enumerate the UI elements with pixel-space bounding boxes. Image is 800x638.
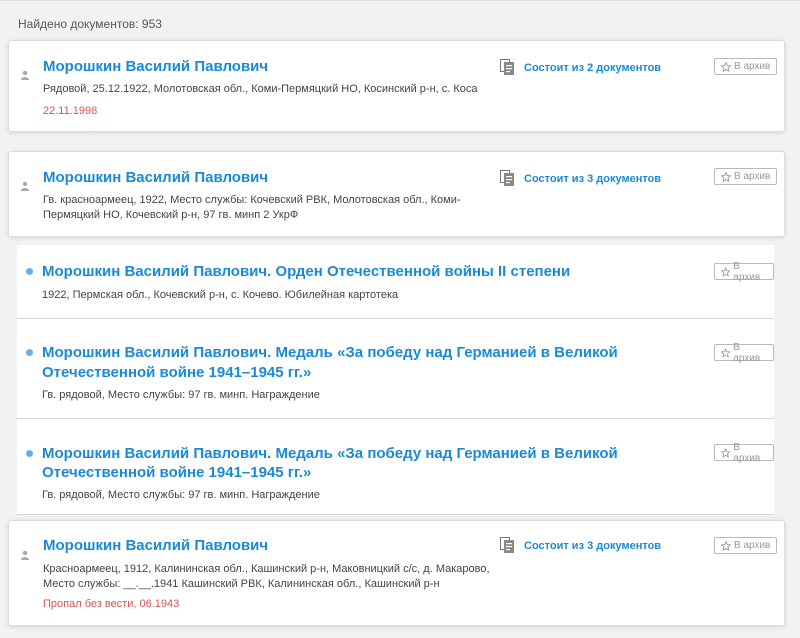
documents-count: Состоит из 3 документов xyxy=(524,539,662,552)
result-card[interactable]: Морошкин Василий Павлович Рядовой, 25.12… xyxy=(8,40,785,132)
result-description: Гв. красноармеец, 1922, Место службы: Ко… xyxy=(43,194,461,206)
star-icon xyxy=(721,447,731,458)
archive-label: В архив xyxy=(734,171,771,182)
star-icon xyxy=(721,266,731,277)
archive-button[interactable]: В архив xyxy=(714,341,774,364)
star-icon xyxy=(721,347,731,358)
archive-label: В архив xyxy=(733,341,761,364)
documents-icon xyxy=(500,170,514,186)
archive-label: В архив xyxy=(733,441,761,464)
result-description: Красноармеец, 1912, Калининская обл., Ка… xyxy=(43,563,490,575)
result-title[interactable]: Морошкин Василий Павлович xyxy=(43,57,268,77)
result-card[interactable]: Морошкин Василий Павлович Гв. красноарме… xyxy=(8,151,785,237)
result-title[interactable]: Морошкин Василий Павлович. Орден Отечест… xyxy=(42,262,570,282)
archive-label: В архив xyxy=(734,540,771,551)
archive-button[interactable]: В архив xyxy=(714,168,778,185)
result-title[interactable]: Морошкин Василий Павлович xyxy=(43,168,268,188)
star-icon xyxy=(721,61,731,72)
result-row[interactable]: Морошкин Василий Павлович. Медаль «За по… xyxy=(17,319,774,419)
star-icon xyxy=(721,171,731,182)
archive-button[interactable]: В архив xyxy=(714,537,778,554)
result-title-continued[interactable]: Отечественной войне 1941–1945 гг.» xyxy=(42,363,311,383)
bullet-icon xyxy=(26,268,33,275)
archive-button[interactable]: В архив xyxy=(714,260,774,283)
result-description: 1922, Пермская обл., Кочевский р-н, с. К… xyxy=(42,289,399,301)
person-icon xyxy=(21,550,29,560)
documents-link[interactable]: Состоит из 3 документов xyxy=(500,170,661,187)
documents-count: Состоит из 2 документов xyxy=(524,61,662,74)
person-icon xyxy=(21,70,29,80)
archive-label: В архив xyxy=(733,260,761,283)
result-description: Пермяцкий НО, Кочевский р-н, 97 гв. минп… xyxy=(43,209,299,221)
archive-button[interactable]: В архив xyxy=(714,58,778,75)
documents-count: Состоит из 3 документов xyxy=(524,172,662,185)
documents-link[interactable]: Состоит из 3 документов xyxy=(500,537,661,554)
result-description: Рядовой, 25.12.1922, Молотовская обл., К… xyxy=(43,83,478,95)
result-description: Гв. рядовой, Место службы: 97 гв. минп. … xyxy=(42,489,320,501)
result-description: Место службы: __.__.1941 Кашинский РВК, … xyxy=(43,578,440,590)
star-icon xyxy=(721,540,731,551)
result-row[interactable]: Морошкин Василий Павлович. Орден Отечест… xyxy=(17,245,774,319)
archive-button[interactable]: В архив xyxy=(714,441,774,464)
bullet-icon xyxy=(26,349,33,356)
bullet-icon xyxy=(26,450,33,457)
archive-label: В архив xyxy=(734,61,771,72)
result-row[interactable]: Морошкин Василий Павлович. Медаль «За по… xyxy=(17,419,774,515)
result-title[interactable]: Морошкин Василий Павлович. Медаль «За по… xyxy=(42,343,618,363)
top-divider xyxy=(0,0,800,1)
documents-icon xyxy=(500,59,514,75)
documents-link[interactable]: Состоит из 2 документов xyxy=(500,59,661,76)
result-title-continued[interactable]: Отечественной войне 1941–1945 гг.» xyxy=(42,463,311,483)
documents-icon xyxy=(500,537,514,553)
result-title[interactable]: Морошкин Василий Павлович xyxy=(43,536,268,556)
result-date: Пропал без вести, 06.1943 xyxy=(43,598,180,610)
result-card[interactable]: Морошкин Василий Павлович Красноармеец, … xyxy=(8,520,785,626)
results-count: Найдено документов: 953 xyxy=(18,17,162,31)
person-icon xyxy=(21,181,29,191)
result-title[interactable]: Морошкин Василий Павлович. Медаль «За по… xyxy=(42,444,618,464)
result-date: 22.11.1998 xyxy=(43,105,98,117)
result-description: Гв. рядовой, Место службы: 97 гв. минп. … xyxy=(42,389,320,401)
